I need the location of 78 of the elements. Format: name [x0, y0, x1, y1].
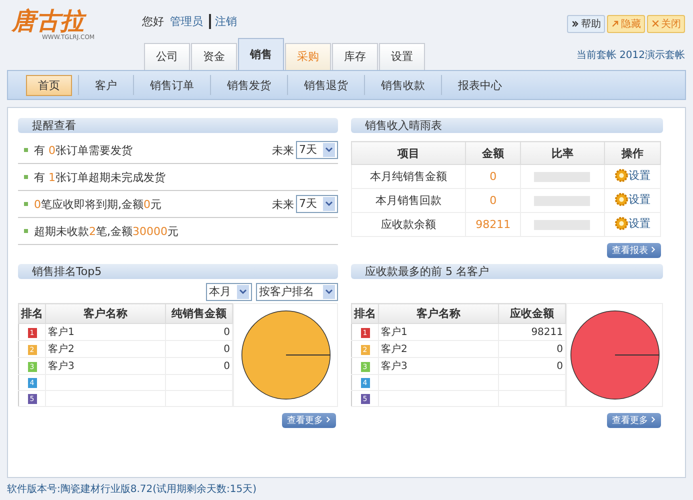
- table-cell: 0: [224, 344, 230, 354]
- period-select[interactable]: 7天: [296, 195, 338, 213]
- dropdown-icon: [323, 143, 335, 157]
- greeting: 您好: [142, 14, 164, 29]
- sub-nav-item[interactable]: 报表中心: [448, 76, 512, 94]
- column-header: 操作: [604, 142, 660, 164]
- nav-tab[interactable]: 资金: [191, 43, 237, 70]
- column-header: 比率: [520, 142, 605, 164]
- column-header: 纯销售金额: [166, 304, 232, 324]
- bullet-icon: [24, 175, 28, 179]
- section-title: 应收款最多的前 5 名客户: [351, 264, 663, 279]
- nav-tab[interactable]: 销售: [238, 38, 284, 70]
- gear-icon: [614, 217, 628, 230]
- table-cell: 本月销售回款: [352, 188, 466, 212]
- table-cell: 客户2: [381, 344, 408, 355]
- sub-nav-item[interactable]: 销售订单: [140, 76, 204, 94]
- filter-label: 未来: [272, 142, 294, 158]
- hide-icon: [611, 19, 620, 28]
- table-cell: 0: [466, 164, 520, 188]
- table-cell: 应收款余额: [352, 212, 466, 236]
- chevron-icon: [651, 246, 656, 253]
- logout-link[interactable]: 注销: [209, 14, 237, 29]
- sub-nav-item[interactable]: 销售退货: [294, 76, 358, 94]
- table-cell: 0: [556, 360, 563, 372]
- column-header: 客户名称: [378, 304, 498, 324]
- filter-select[interactable]: 本月: [206, 283, 252, 301]
- gear-icon: [614, 169, 628, 182]
- filter-select[interactable]: 按客户排名: [256, 283, 338, 301]
- chevron-icon: [326, 416, 331, 423]
- table-cell: 0: [224, 326, 230, 338]
- account-label: 当前套帐 2012演示套帐: [576, 48, 685, 62]
- column-header: 排名: [18, 304, 46, 324]
- column-header: 应收金额: [498, 304, 566, 324]
- column-header: 客户名称: [46, 304, 166, 324]
- table-cell: 客户3: [381, 361, 408, 372]
- sub-nav-item[interactable]: 销售收款: [371, 76, 435, 94]
- column-header: 项目: [352, 142, 466, 164]
- sub-nav-item[interactable]: 首页: [26, 74, 72, 96]
- table-cell: 0: [556, 344, 563, 354]
- dropdown-icon: [323, 197, 335, 211]
- bullet-icon: [24, 202, 28, 206]
- nav-tab[interactable]: 公司: [144, 43, 190, 70]
- sub-nav-item[interactable]: 销售发货: [217, 76, 281, 94]
- column-header: 排名: [352, 304, 378, 324]
- bullet-icon: [24, 229, 28, 233]
- bullet-icon: [24, 148, 28, 152]
- reminder-text: 0笔应收即将到期,金额0元: [34, 196, 162, 212]
- dropdown-icon: [237, 285, 249, 299]
- column-header: 金额: [466, 142, 520, 164]
- filter-label: 未来: [272, 196, 294, 212]
- sub-nav-item[interactable]: 客户: [85, 76, 127, 94]
- section-title: 销售收入晴雨表: [351, 118, 663, 133]
- nav-tab[interactable]: 库存: [332, 43, 378, 70]
- table-cell: 0: [224, 360, 230, 372]
- table-cell: 本月纯销售金额: [352, 164, 466, 188]
- table-cell: 98211: [466, 212, 520, 236]
- table-cell: 0: [466, 188, 520, 212]
- close-icon: [651, 19, 660, 28]
- dropdown-icon: [323, 285, 335, 299]
- help-icon: [571, 19, 580, 28]
- table-cell: 客户1: [381, 327, 408, 338]
- nav-tab[interactable]: 设置: [379, 43, 425, 70]
- reminder-text: 有 1张订单超期未完成发货: [34, 170, 166, 184]
- status-bar-text: 软件版本号:陶瓷建材行业版8.72(试用期剩余天数:15天): [6, 482, 258, 497]
- user-link[interactable]: 管理员: [170, 14, 203, 29]
- reminder-text: 有 0张订单需要发货: [34, 142, 134, 158]
- table-cell: 客户3: [48, 361, 74, 372]
- period-select[interactable]: 7天: [296, 141, 338, 159]
- table-cell: 98211: [531, 326, 563, 338]
- section-title: 提醒查看: [18, 118, 338, 133]
- logo-text: 唐古拉: [12, 8, 142, 34]
- reminder-text: 超期未收款2笔,金额30000元: [34, 224, 180, 238]
- help-button[interactable]: 帮助: [567, 15, 605, 33]
- table-cell: 客户2: [48, 344, 74, 355]
- chevron-icon: [651, 416, 656, 423]
- table-cell: 客户1: [48, 327, 74, 338]
- gear-icon: [614, 193, 628, 206]
- section-title: 销售排名Top5: [18, 264, 338, 279]
